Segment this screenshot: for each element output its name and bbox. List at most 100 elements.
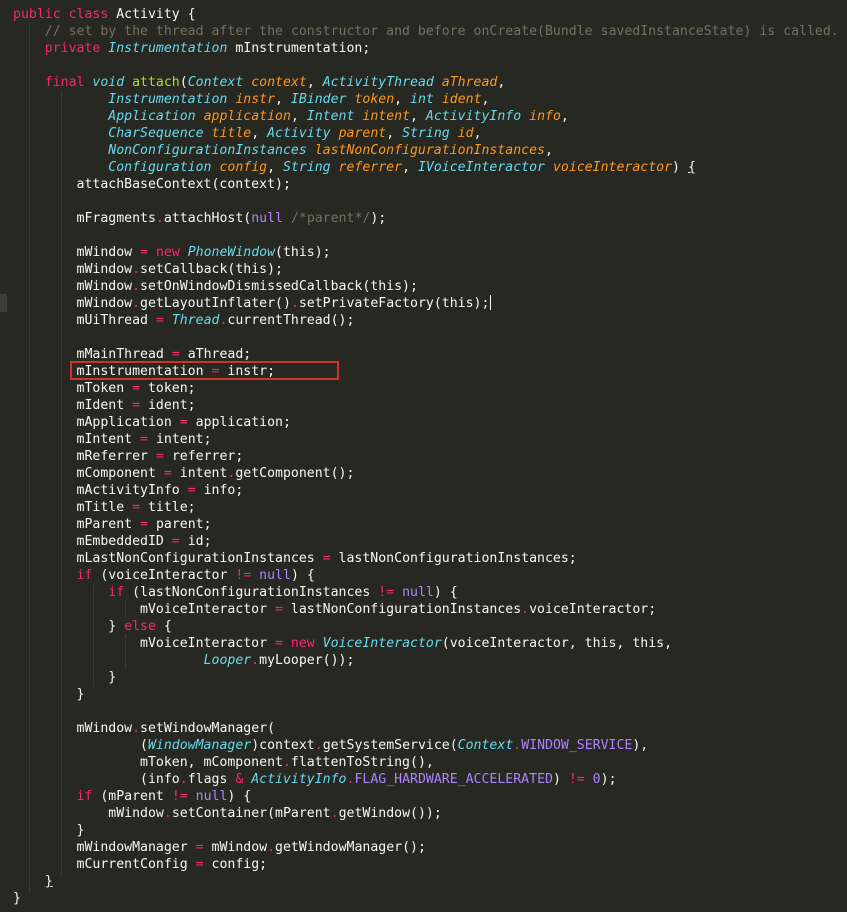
code-line[interactable]: mReferrer = referrer; — [13, 448, 839, 465]
code-line[interactable]: mVoiceInteractor = new VoiceInteractor(v… — [13, 635, 839, 652]
code-line[interactable]: final void attach(Context context, Activ… — [13, 74, 839, 91]
code-line[interactable]: } — [13, 822, 839, 839]
code-content[interactable]: public class Activity { // set by the th… — [13, 6, 839, 907]
code-line[interactable]: Looper.myLooper()); — [13, 652, 839, 669]
code-token: = — [195, 857, 212, 872]
code-line[interactable]: mActivityInfo = info; — [13, 482, 839, 499]
code-token: attachHost( — [163, 211, 252, 226]
code-token: mWindow — [211, 840, 268, 855]
code-token: WindowManager — [147, 738, 252, 753]
code-token: ident — [441, 92, 482, 107]
code-token: = — [155, 449, 172, 464]
code-line[interactable]: } — [13, 686, 839, 703]
code-line[interactable]: if (mParent != null) { — [13, 788, 839, 805]
code-token: )context — [251, 738, 315, 753]
code-line[interactable] — [13, 703, 839, 720]
code-token: info — [529, 109, 561, 124]
code-token: null — [251, 211, 283, 226]
code-line[interactable]: Instrumentation instr, IBinder token, in… — [13, 91, 839, 108]
code-line[interactable]: mVoiceInteractor = lastNonConfigurationI… — [13, 601, 839, 618]
code-token: = — [132, 398, 148, 413]
code-line[interactable]: mWindow.getLayoutInflater().setPrivateFa… — [13, 295, 839, 312]
code-line[interactable]: NonConfigurationInstances lastNonConfigu… — [13, 142, 839, 159]
code-line[interactable]: mFragments.attachHost(null /*parent*/); — [13, 210, 839, 227]
code-token: . — [163, 806, 172, 821]
code-token: . — [179, 772, 188, 787]
code-token: setWindowManager( — [140, 721, 276, 736]
code-line[interactable] — [13, 227, 839, 244]
code-line[interactable]: mMainThread = aThread; — [13, 346, 839, 363]
code-line[interactable]: mApplication = application; — [13, 414, 839, 431]
code-token: String — [402, 126, 458, 141]
code-token: = — [195, 840, 212, 855]
code-line[interactable]: attachBaseContext(context); — [13, 176, 839, 193]
code-line[interactable] — [13, 329, 839, 346]
code-line[interactable]: Application application, Intent intent, … — [13, 108, 839, 125]
code-token: lastNonConfigurationInstances — [290, 602, 522, 617]
code-token: { — [163, 619, 172, 634]
code-token: = — [179, 415, 196, 430]
code-line[interactable]: mTitle = title; — [13, 499, 839, 516]
code-line[interactable]: if (voiceInteractor != null) { — [13, 567, 839, 584]
code-line[interactable]: mIdent = ident; — [13, 397, 839, 414]
code-line[interactable]: mLastNonConfigurationInstances = lastNon… — [13, 550, 839, 567]
code-line[interactable]: private Instrumentation mInstrumentation… — [13, 40, 839, 57]
code-token: Configuration — [108, 160, 220, 175]
code-line[interactable]: mWindow.setCallback(this); — [13, 261, 839, 278]
code-token: token; — [147, 381, 196, 396]
code-line[interactable]: } else { — [13, 618, 839, 635]
code-line[interactable]: mToken, mComponent.flattenToString(), — [13, 754, 839, 771]
code-token: ), — [632, 738, 649, 753]
code-line[interactable] — [13, 57, 839, 74]
code-line[interactable]: } — [13, 873, 839, 890]
code-token: mWindow — [13, 245, 141, 260]
code-token: mToken — [13, 381, 133, 396]
code-token: mReferrer — [13, 449, 156, 464]
code-token: referrer; — [171, 449, 244, 464]
code-line[interactable]: } — [13, 890, 839, 907]
code-line[interactable]: mComponent = intent.getComponent(); — [13, 465, 839, 482]
code-token: null — [259, 568, 291, 583]
code-line[interactable]: mIntent = intent; — [13, 431, 839, 448]
code-token: ); — [370, 211, 387, 226]
code-line[interactable]: mWindowManager = mWindow.getWindowManage… — [13, 839, 839, 856]
code-line[interactable]: } — [13, 669, 839, 686]
code-token: null — [195, 789, 228, 804]
code-line[interactable]: // set by the thread after the construct… — [13, 23, 839, 40]
code-token: = — [187, 483, 204, 498]
code-token: , — [497, 75, 506, 90]
code-line[interactable]: mToken = token; — [13, 380, 839, 397]
code-line[interactable]: mCurrentConfig = config; — [13, 856, 839, 873]
code-line[interactable]: mParent = parent; — [13, 516, 839, 533]
code-token: ); — [600, 772, 617, 787]
code-token: . — [132, 279, 141, 294]
code-line[interactable]: (WindowManager)context.getSystemService(… — [13, 737, 839, 754]
code-line[interactable]: mEmbeddedID = id; — [13, 533, 839, 550]
code-token: mComponent — [13, 466, 164, 481]
code-line[interactable] — [13, 193, 839, 210]
code-line[interactable]: Configuration config, String referrer, I… — [13, 159, 839, 176]
code-token: attach — [132, 75, 180, 90]
code-token: ) — [672, 160, 688, 175]
code-line[interactable]: mWindow.setOnWindowDismissedCallback(thi… — [13, 278, 839, 295]
code-token: mActivityInfo — [13, 483, 188, 498]
code-token: ) { — [433, 585, 458, 600]
code-token: Application — [108, 109, 204, 124]
code-editor[interactable]: public class Activity { // set by the th… — [0, 0, 847, 912]
code-token: mParent — [13, 517, 141, 532]
code-line[interactable]: mWindow.setWindowManager( — [13, 720, 839, 737]
code-token: setCallback(this); — [140, 262, 283, 277]
code-line[interactable]: public class Activity { — [13, 6, 839, 23]
code-line[interactable]: mUiThread = Thread.currentThread(); — [13, 312, 839, 329]
code-line[interactable]: (info.flags & ActivityInfo.FLAG_HARDWARE… — [13, 771, 839, 788]
code-token: ActivityInfo — [251, 772, 347, 787]
code-token: void — [92, 75, 133, 90]
code-line[interactable]: if (lastNonConfigurationInstances != nul… — [13, 584, 839, 601]
code-line[interactable]: mWindow = new PhoneWindow(this); — [13, 244, 839, 261]
code-line[interactable]: mWindow.setContainer(mParent.getWindow()… — [13, 805, 839, 822]
code-line[interactable]: mInstrumentation = instr; — [13, 363, 839, 380]
code-line[interactable]: CharSequence title, Activity parent, Str… — [13, 125, 839, 142]
